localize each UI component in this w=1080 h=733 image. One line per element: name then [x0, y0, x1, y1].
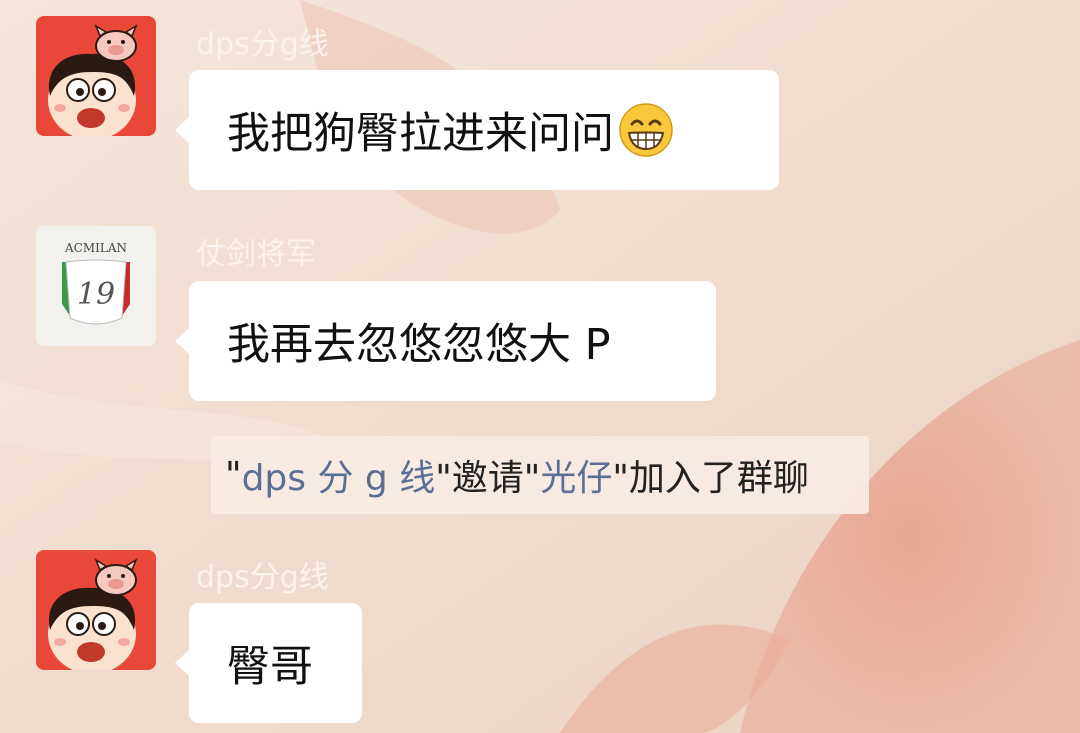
avatar[interactable]: [36, 550, 156, 670]
quote-open: ": [225, 454, 242, 496]
cartoon-kid-avatar-icon: [36, 550, 156, 670]
message-text: 我再去忽悠忽悠大 P: [227, 320, 611, 370]
avatar-number-text: 19: [77, 277, 115, 312]
avatar-club-text: ACMILAN: [64, 241, 127, 255]
sender-name: 仗剑将军: [196, 237, 316, 272]
grinning-face-emoji-icon: [619, 103, 673, 157]
avatar[interactable]: ACMILAN 19: [36, 226, 156, 346]
join-text: "加入了群聊: [612, 458, 809, 499]
message-text: 臀哥: [227, 642, 313, 692]
inviter-link[interactable]: dps 分 g 线: [242, 449, 436, 501]
cartoon-kid-avatar-icon: [36, 16, 156, 136]
message-bubble[interactable]: 臀哥: [175, 603, 362, 723]
sender-name: dps分g线: [196, 27, 329, 62]
message-text: 我把狗臀拉进来问问: [227, 109, 614, 159]
acmilan-crest-icon: ACMILAN 19: [36, 226, 156, 346]
message-bubble[interactable]: 我把狗臀拉进来问问: [175, 70, 779, 190]
invitee-link[interactable]: 光仔: [540, 449, 612, 501]
message-bubble[interactable]: 我再去忽悠忽悠大 P: [175, 281, 716, 401]
system-notice: " dps 分 g 线 "邀请" 光仔 "加入了群聊: [211, 436, 869, 514]
sender-name: dps分g线: [196, 560, 329, 595]
avatar[interactable]: [36, 16, 156, 136]
invite-verb: "邀请": [435, 458, 541, 499]
